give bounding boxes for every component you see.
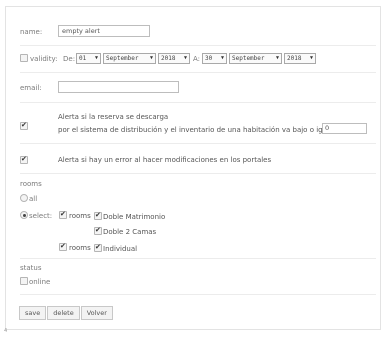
inventory-threshold-input[interactable]: 0 xyxy=(322,123,367,134)
to-year-select[interactable]: 2018 ▼ xyxy=(284,53,316,64)
rooms-group-2-label: rooms xyxy=(69,244,91,252)
chevron-down-icon: ▼ xyxy=(94,55,98,61)
room-individual-checkbox[interactable] xyxy=(94,243,102,252)
online-label: online xyxy=(29,278,51,286)
divider xyxy=(20,45,376,46)
save-button[interactable]: save xyxy=(19,306,47,320)
chevron-down-icon: ▼ xyxy=(149,55,153,61)
divider xyxy=(20,72,376,73)
rooms-group-1-label: rooms xyxy=(69,212,91,220)
room-doble-matrimonio-label: Doble Matrimonio xyxy=(103,213,166,221)
from-year-value: 2018 xyxy=(161,55,176,62)
alert-portal-error-text: Alerta si hay un error al hacer modifica… xyxy=(58,156,272,164)
rooms-group-1-checkbox[interactable] xyxy=(59,210,67,219)
from-day-value: 01 xyxy=(79,55,87,62)
alert-inventory-text-line2: por el sistema de distribución y el inve… xyxy=(58,126,334,134)
room-doble-matrimonio-checkbox[interactable] xyxy=(94,211,102,220)
divider xyxy=(20,258,376,259)
alert-inventory-text-line1: Alerta si la reserva se descarga xyxy=(58,113,169,121)
chevron-down-icon: ▼ xyxy=(275,55,279,61)
email-label: email: xyxy=(20,84,42,92)
to-day-select[interactable]: 30 ▼ xyxy=(202,53,227,64)
name-label: name: xyxy=(20,28,43,36)
status-heading: status xyxy=(20,264,42,272)
to-year-value: 2018 xyxy=(287,55,302,62)
delete-button[interactable]: delete xyxy=(47,306,80,320)
footer-mark: 4 xyxy=(4,328,8,334)
alert-portal-error-checkbox[interactable] xyxy=(20,155,28,164)
chevron-down-icon: ▼ xyxy=(183,55,187,61)
room-individual-label: Individual xyxy=(103,245,138,253)
to-day-value: 30 xyxy=(205,55,213,62)
back-button[interactable]: Volver xyxy=(80,306,113,320)
from-month-value: September xyxy=(106,55,139,62)
validity-checkbox[interactable] xyxy=(20,54,28,62)
alert-form-panel: name: empty alert validity: De: 01 ▼ Sept… xyxy=(5,6,381,330)
form-actions: save delete Volver xyxy=(19,306,114,320)
from-year-select[interactable]: 2018 ▼ xyxy=(158,53,190,64)
room-doble-2-camas-label: Doble 2 Camas xyxy=(103,228,157,236)
rooms-heading: rooms xyxy=(20,180,42,188)
rooms-all-label: all xyxy=(29,195,38,203)
rooms-select-label: select: xyxy=(29,212,53,220)
divider xyxy=(20,102,376,103)
chevron-down-icon: ▼ xyxy=(220,55,224,61)
validity-label: validity: xyxy=(30,55,58,63)
rooms-group-2-checkbox[interactable] xyxy=(59,242,67,251)
room-doble-2-camas-checkbox[interactable] xyxy=(94,226,102,235)
from-month-select[interactable]: September ▼ xyxy=(103,53,156,64)
rooms-select-radio[interactable] xyxy=(20,211,28,219)
from-day-select[interactable]: 01 ▼ xyxy=(76,53,101,64)
rooms-all-radio[interactable] xyxy=(20,194,28,202)
divider xyxy=(20,294,376,295)
name-input[interactable]: empty alert xyxy=(58,25,150,37)
email-input[interactable] xyxy=(58,81,179,93)
divider xyxy=(20,143,376,144)
chevron-down-icon: ▼ xyxy=(309,55,313,61)
to-label: A: xyxy=(193,55,201,63)
to-month-select[interactable]: September ▼ xyxy=(229,53,282,64)
to-month-value: September xyxy=(232,55,265,62)
divider xyxy=(20,173,376,174)
alert-inventory-checkbox[interactable] xyxy=(20,121,28,130)
online-checkbox[interactable] xyxy=(20,277,28,285)
from-label: De: xyxy=(63,55,76,63)
